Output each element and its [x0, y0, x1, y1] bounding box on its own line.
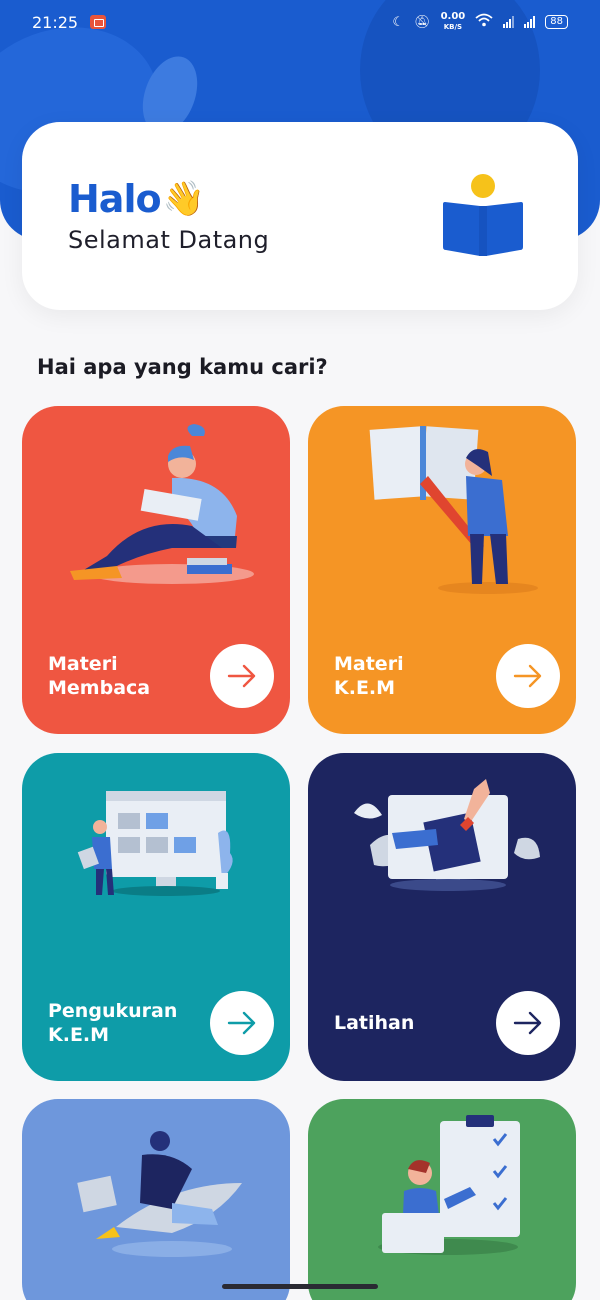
open-button[interactable]	[496, 991, 560, 1055]
status-time: 21:25	[32, 12, 79, 32]
tile-label: Latihan	[334, 1012, 415, 1034]
arrow-right-icon	[513, 664, 542, 688]
menu-tile-pengukuran-kem[interactable]: Pengukuran K.E.M	[22, 753, 290, 1081]
greeting-text: Halo	[68, 177, 162, 221]
greeting: Halo 👋	[68, 177, 205, 221]
speed-unit: KB/S	[443, 23, 463, 31]
bell-mute-icon: 🔕︎	[414, 14, 431, 30]
tile-label: Pengukuran K.E.M	[48, 1000, 178, 1046]
arrow-right-icon	[227, 664, 256, 688]
arrow-right-icon	[227, 1011, 256, 1035]
monitor-person-illustration	[77, 791, 233, 896]
network-speed: 0.00 KB/S	[441, 12, 466, 32]
signal-icon	[524, 16, 536, 28]
moon-icon: ☾	[392, 14, 405, 30]
wifi-icon	[475, 13, 493, 31]
open-button[interactable]	[496, 644, 560, 708]
rocket-person-illustration	[77, 1131, 242, 1257]
arrow-right-icon	[513, 1011, 542, 1035]
checklist-person-illustration	[378, 1115, 520, 1255]
tile-label: Materi Membaca	[48, 653, 151, 699]
signal-icon	[503, 16, 515, 28]
reading-person-illustration	[70, 424, 254, 584]
tile-label: Materi K.E.M	[334, 653, 404, 699]
status-bar: 21:25 ☾ 🔕︎ 0.00 KB/S 88	[0, 0, 600, 44]
battery-icon: 88	[545, 15, 568, 29]
welcome-subtitle: Selamat Datang	[68, 226, 270, 254]
menu-tile-latihan[interactable]: Latihan	[308, 753, 576, 1081]
open-book-logo-icon	[443, 174, 523, 256]
home-indicator	[222, 1284, 378, 1289]
section-title: Hai apa yang kamu cari?	[37, 355, 328, 379]
open-button[interactable]	[210, 644, 274, 708]
menu-tile-materi-kem[interactable]: Materi K.E.M	[308, 406, 576, 734]
menu-tile-5[interactable]	[22, 1099, 290, 1300]
screen-record-icon	[90, 15, 107, 29]
writing-monitor-illustration	[354, 779, 540, 891]
book-pencil-illustration	[369, 426, 538, 594]
speed-value: 0.00	[440, 11, 466, 22]
battery-level: 88	[550, 16, 563, 27]
menu-tile-materi-membaca[interactable]: Materi Membaca	[22, 406, 290, 734]
welcome-card: Halo 👋 Selamat Datang	[22, 122, 578, 310]
waving-hand-icon: 👋	[162, 179, 205, 219]
menu-tile-6[interactable]	[308, 1099, 576, 1300]
open-button[interactable]	[210, 991, 274, 1055]
